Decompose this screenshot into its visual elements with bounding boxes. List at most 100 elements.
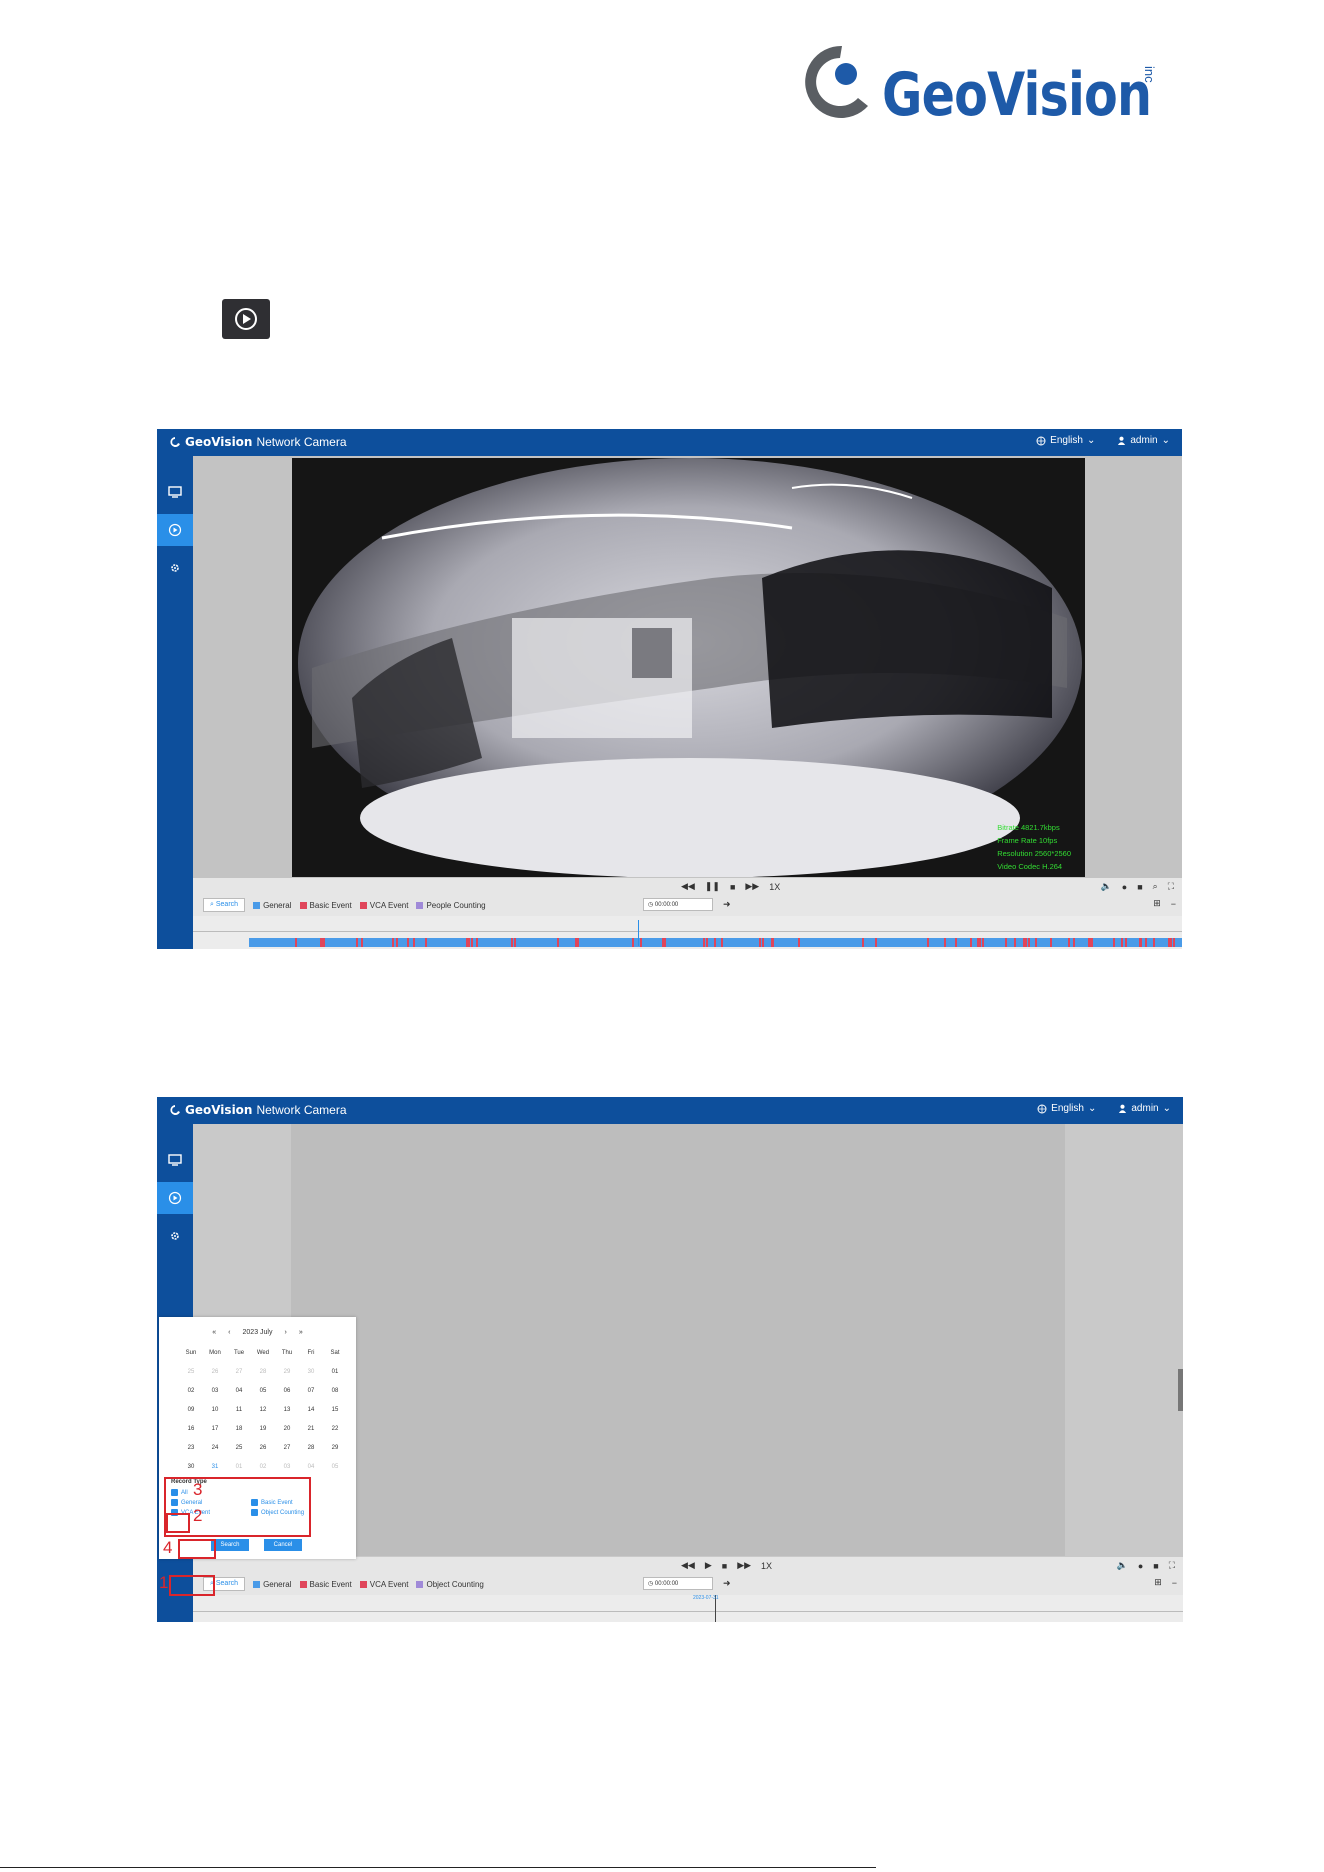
playback-controls: ◀◀ ❚❚ ■ ▶▶ 1X 🔈 ● ■ ⌕ ⛶ ⌕ Search General… xyxy=(193,878,1182,916)
globe-icon xyxy=(1037,1104,1047,1113)
calendar-day[interactable]: 29 xyxy=(275,1369,299,1375)
side-collapse-handle[interactable] xyxy=(1178,1369,1183,1411)
calendar-day[interactable]: 01 xyxy=(227,1464,251,1470)
snapshot-icon[interactable]: ● xyxy=(1122,882,1127,892)
go-arrow-icon[interactable]: ➜ xyxy=(723,1578,731,1589)
pause-icon[interactable]: ❚❚ xyxy=(705,881,720,892)
calendar-day[interactable]: 01 xyxy=(323,1369,347,1375)
calendar-day[interactable]: 27 xyxy=(227,1369,251,1375)
time-input[interactable]: ◷ 00:00:00 xyxy=(643,1577,713,1590)
record-icon[interactable]: ■ xyxy=(1153,1561,1158,1571)
footer-rule xyxy=(0,1867,876,1868)
language-menu[interactable]: English ⌄ xyxy=(1036,435,1095,446)
go-arrow-icon[interactable]: ➜ xyxy=(723,899,731,910)
record-icon[interactable]: ■ xyxy=(1137,882,1142,892)
next-year-icon[interactable]: » xyxy=(299,1329,303,1336)
sidebar-item-live-view[interactable] xyxy=(157,1144,193,1176)
volume-icon[interactable]: 🔈 xyxy=(1101,881,1112,892)
prev-year-icon[interactable]: « xyxy=(212,1329,216,1336)
fast-forward-icon[interactable]: ▶▶ xyxy=(745,881,759,892)
calendar-day[interactable]: 09 xyxy=(179,1407,203,1413)
sidebar-item-playback[interactable] xyxy=(157,1182,193,1214)
next-month-icon[interactable]: › xyxy=(284,1329,286,1336)
weekday-label: Sun xyxy=(185,1349,197,1356)
play-icon[interactable]: ▶ xyxy=(705,1560,712,1571)
calendar-day[interactable]: 11 xyxy=(227,1407,251,1413)
calendar-day[interactable]: 03 xyxy=(203,1388,227,1394)
calendar-day[interactable]: 26 xyxy=(203,1369,227,1375)
calendar-day[interactable]: 05 xyxy=(323,1464,347,1470)
calendar-day[interactable]: 31 xyxy=(203,1464,227,1470)
calendar-day[interactable]: 29 xyxy=(323,1445,347,1451)
fast-forward-icon[interactable]: ▶▶ xyxy=(737,1560,751,1571)
calendar-day[interactable]: 04 xyxy=(299,1464,323,1470)
calendar-weekday-row: Sun Mon Tue Wed Thu Fri Sat xyxy=(179,1343,349,1362)
calendar-day[interactable]: 12 xyxy=(251,1407,275,1413)
app-name: Network Camera xyxy=(256,1103,347,1117)
zoom-icon[interactable]: ⌕ xyxy=(1153,881,1158,892)
legend-label: General xyxy=(263,1579,292,1589)
search-button[interactable]: ⌕ Search xyxy=(203,898,246,912)
timeline-record-bar[interactable] xyxy=(249,938,1182,947)
calendar-day[interactable]: 25 xyxy=(227,1445,251,1451)
rewind-icon[interactable]: ◀◀ xyxy=(681,1560,695,1571)
calendar-cancel-button[interactable]: Cancel xyxy=(264,1539,302,1551)
zoom-in-icon[interactable]: ⊞ xyxy=(1153,898,1161,909)
snapshot-icon[interactable]: ● xyxy=(1138,1561,1143,1571)
time-input[interactable]: ◷ 00:00:00 xyxy=(643,898,713,911)
sidebar-item-settings[interactable] xyxy=(157,552,193,584)
calendar-day[interactable]: 16 xyxy=(179,1426,203,1432)
language-label: English xyxy=(1050,435,1083,446)
calendar-day[interactable]: 15 xyxy=(323,1407,347,1413)
stop-icon[interactable]: ■ xyxy=(722,1561,727,1571)
user-menu[interactable]: admin ⌄ xyxy=(1118,1103,1171,1114)
stop-icon[interactable]: ■ xyxy=(730,882,735,892)
play-circle-icon xyxy=(168,523,182,537)
calendar-day[interactable]: 30 xyxy=(299,1369,323,1375)
calendar-day[interactable]: 13 xyxy=(275,1407,299,1413)
prev-month-icon[interactable]: ‹ xyxy=(228,1329,230,1336)
calendar-day[interactable]: 14 xyxy=(299,1407,323,1413)
calendar-day[interactable]: 04 xyxy=(227,1388,251,1394)
calendar-day[interactable]: 19 xyxy=(251,1426,275,1432)
calendar-day[interactable]: 28 xyxy=(299,1445,323,1451)
timeline-date-label: 2023-07-31 xyxy=(693,1595,719,1601)
calendar-day[interactable]: 10 xyxy=(203,1407,227,1413)
language-menu[interactable]: English ⌄ xyxy=(1037,1103,1096,1114)
fullscreen-icon[interactable]: ⛶ xyxy=(1169,1560,1175,1571)
user-menu[interactable]: admin ⌄ xyxy=(1117,435,1170,446)
volume-icon[interactable]: 🔈 xyxy=(1117,1560,1128,1571)
calendar-day[interactable]: 06 xyxy=(275,1388,299,1394)
fullscreen-icon[interactable]: ⛶ xyxy=(1168,881,1174,892)
calendar-day[interactable]: 27 xyxy=(275,1445,299,1451)
calendar-day[interactable]: 26 xyxy=(251,1445,275,1451)
zoom-in-icon[interactable]: ⊞ xyxy=(1154,1577,1162,1588)
calendar-day[interactable]: 30 xyxy=(179,1464,203,1470)
calendar-day[interactable]: 02 xyxy=(179,1388,203,1394)
calendar-day[interactable]: 22 xyxy=(323,1426,347,1432)
calendar-day[interactable]: 25 xyxy=(179,1369,203,1375)
zoom-out-icon[interactable]: − xyxy=(1171,899,1176,909)
calendar-day[interactable]: 05 xyxy=(251,1388,275,1394)
calendar-header: « ‹ 2023 July › » xyxy=(159,1329,356,1336)
user-label: admin xyxy=(1130,435,1158,446)
calendar-day[interactable]: 20 xyxy=(275,1426,299,1432)
sidebar-item-settings[interactable] xyxy=(157,1220,193,1252)
calendar-day[interactable]: 21 xyxy=(299,1426,323,1432)
calendar-day[interactable]: 28 xyxy=(251,1369,275,1375)
calendar-day[interactable]: 07 xyxy=(299,1388,323,1394)
callout-box-3 xyxy=(164,1477,311,1537)
sidebar-item-live-view[interactable] xyxy=(157,476,193,508)
calendar-day[interactable]: 03 xyxy=(275,1464,299,1470)
calendar-day[interactable]: 02 xyxy=(251,1464,275,1470)
zoom-out-icon[interactable]: − xyxy=(1172,1578,1177,1588)
calendar-day[interactable]: 08 xyxy=(323,1388,347,1394)
calendar-day[interactable]: 24 xyxy=(203,1445,227,1451)
calendar-day[interactable]: 17 xyxy=(203,1426,227,1432)
sidebar-item-playback[interactable] xyxy=(157,514,193,546)
rewind-icon[interactable]: ◀◀ xyxy=(681,881,695,892)
timeline-cursor[interactable] xyxy=(638,920,639,946)
calendar-day[interactable]: 23 xyxy=(179,1445,203,1451)
calendar-day[interactable]: 18 xyxy=(227,1426,251,1432)
calendar-search-button[interactable]: Search xyxy=(211,1539,249,1551)
